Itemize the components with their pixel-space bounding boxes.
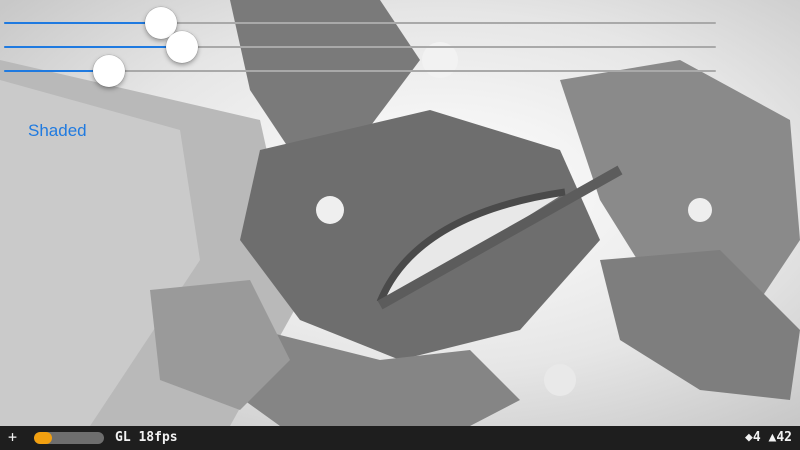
slider-fill	[4, 46, 182, 48]
scene-highlight	[544, 364, 576, 396]
scene-highlight	[688, 198, 712, 222]
shading-mode-button[interactable]: Shaded	[28, 121, 87, 141]
progress-fill	[34, 432, 52, 444]
triangle-count-label: ▲42	[768, 430, 792, 445]
add-button[interactable]: +	[8, 428, 17, 446]
slider-thumb[interactable]	[93, 55, 125, 87]
node-count-label: ◆4	[745, 430, 761, 445]
slider-3[interactable]	[4, 55, 716, 87]
renderer-fps-label: GL 18fps	[115, 430, 178, 445]
scene-highlight	[316, 196, 344, 224]
scene-stats: ◆4 ▲42	[745, 430, 792, 445]
status-bar: + GL 18fps ◆4 ▲42	[0, 426, 800, 450]
app-window: Shaded + GL 18fps ◆4 ▲42	[0, 0, 800, 450]
slider-fill	[4, 22, 161, 24]
progress-indicator	[34, 432, 104, 444]
